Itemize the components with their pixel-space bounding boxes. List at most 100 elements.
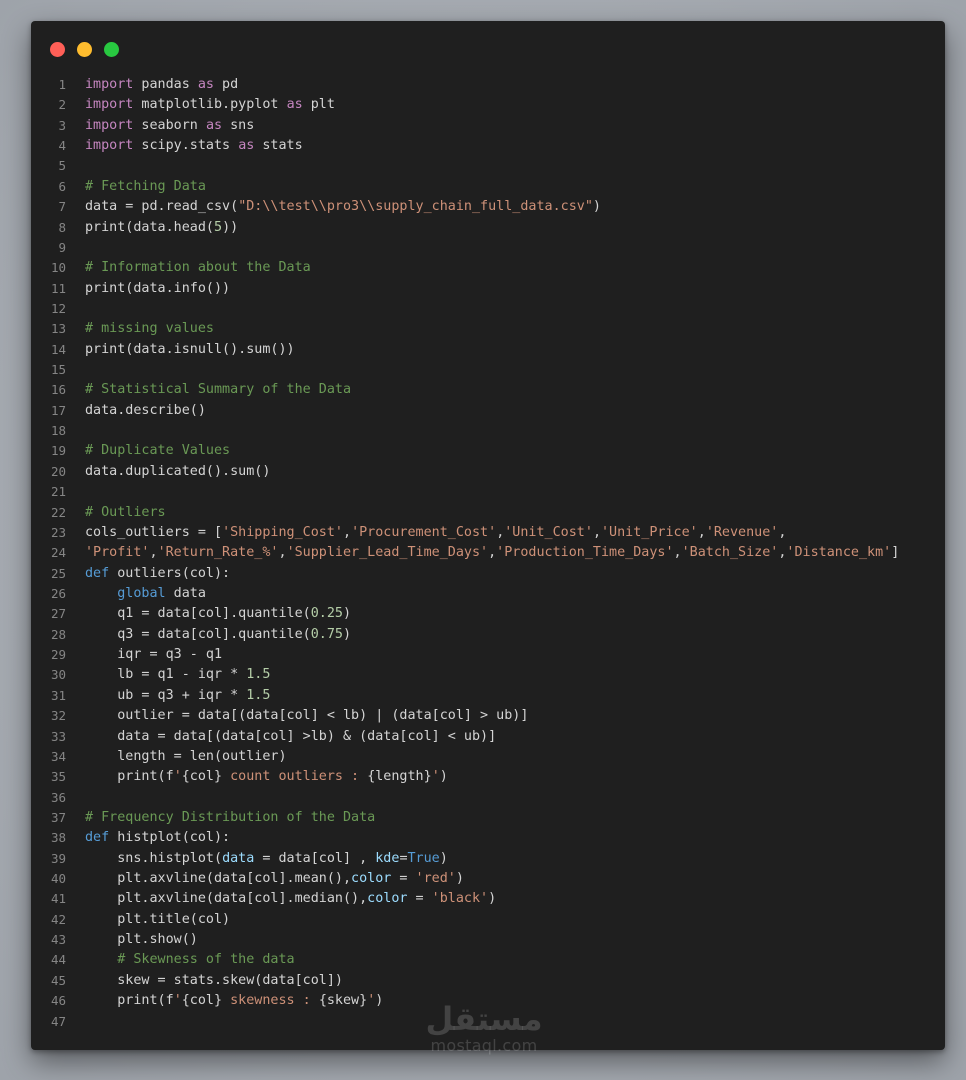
line-number: 6 bbox=[58, 178, 66, 194]
code-token: {length} bbox=[367, 769, 432, 785]
line-number: 28 bbox=[50, 626, 66, 642]
code-token: # missing values bbox=[85, 321, 214, 337]
line-number: 2 bbox=[58, 97, 66, 113]
code-token: , bbox=[149, 545, 158, 561]
code-token: data.duplicated().sum() bbox=[85, 463, 271, 479]
line-number: 15 bbox=[50, 362, 66, 378]
line-number: 35 bbox=[50, 769, 66, 785]
code-token: ' bbox=[173, 993, 182, 1009]
code-text: # Statistical Summary of the Data bbox=[85, 380, 351, 400]
code-token: {col} bbox=[181, 769, 223, 785]
code-token: skew = stats.skew(data[col]) bbox=[85, 972, 343, 988]
line-number: 17 bbox=[50, 402, 66, 418]
code-text: plt.axvline(data[col].mean(),color = 're… bbox=[85, 869, 464, 889]
code-token: data = data[(data[col] >lb) & (data[col]… bbox=[85, 728, 497, 744]
code-token: as bbox=[205, 117, 223, 133]
line-number: 12 bbox=[50, 300, 66, 316]
line-number: 3 bbox=[58, 117, 66, 133]
code-line: 40 plt.axvline(data[col].mean(),color = … bbox=[31, 869, 945, 889]
code-line: 32 outlier = data[(data[col] < lb) | (da… bbox=[31, 706, 945, 726]
watermark: مستقل mostaql.com bbox=[424, 1000, 544, 1054]
code-text: def histplot(col): bbox=[85, 828, 230, 848]
code-token: pd bbox=[214, 77, 239, 92]
code-token: = bbox=[407, 891, 432, 907]
line-number: 32 bbox=[50, 708, 66, 724]
code-token: histplot(col): bbox=[109, 830, 231, 846]
maximize-window-button[interactable] bbox=[104, 42, 119, 57]
code-text: def outliers(col): bbox=[85, 564, 230, 584]
code-line: 26 global data bbox=[31, 584, 945, 604]
code-line: 27 q1 = data[col].quantile(0.25) bbox=[31, 604, 945, 624]
code-text: plt.title(col) bbox=[85, 910, 230, 930]
code-line: 8 print(data.head(5)) bbox=[31, 218, 945, 238]
code-line: 37 # Frequency Distribution of the Data bbox=[31, 808, 945, 828]
code-token: ) bbox=[342, 606, 352, 622]
line-number: 30 bbox=[50, 667, 66, 683]
close-window-button[interactable] bbox=[50, 42, 65, 57]
code-token: matplotlib.pyplot bbox=[133, 97, 287, 113]
line-number: 31 bbox=[50, 687, 66, 703]
code-token: , bbox=[778, 524, 787, 540]
code-token: plt bbox=[302, 97, 335, 113]
code-token: plt.show() bbox=[85, 932, 198, 948]
code-editor: 1 import pandas as pd 2 import matplotlib.p… bbox=[31, 75, 945, 1032]
code-token: seaborn bbox=[133, 117, 206, 133]
code-token: skewness : bbox=[222, 993, 319, 1009]
line-number: 5 bbox=[58, 158, 66, 174]
code-line: 10 # Information about the Data bbox=[31, 258, 945, 278]
line-number: 34 bbox=[50, 748, 66, 764]
code-token: # Outliers bbox=[85, 504, 166, 520]
code-token: = bbox=[391, 871, 416, 887]
code-text: data.describe() bbox=[85, 401, 206, 421]
code-line: 28 q3 = data[col].quantile(0.75) bbox=[31, 625, 945, 645]
minimize-window-button[interactable] bbox=[77, 42, 92, 57]
code-text: iqr = q3 - q1 bbox=[85, 645, 222, 665]
code-token: # Statistical Summary of the Data bbox=[85, 382, 352, 398]
code-text: sns.histplot(data = data[col] , kde=True… bbox=[85, 849, 448, 869]
code-token: # Frequency Distribution of the Data bbox=[85, 809, 376, 825]
code-token: 'Procurement_Cost' bbox=[351, 524, 497, 540]
code-token: 0.75 bbox=[310, 626, 343, 642]
line-number: 39 bbox=[50, 850, 66, 866]
line-number: 21 bbox=[50, 484, 66, 500]
code-token: length = len(outlier) bbox=[85, 748, 287, 764]
code-token: 1.5 bbox=[246, 687, 271, 703]
code-token: def bbox=[85, 830, 110, 846]
code-text: data.duplicated().sum() bbox=[85, 462, 270, 482]
code-token: ' bbox=[173, 769, 182, 785]
code-token: # Skewness of the data bbox=[117, 952, 295, 968]
line-number: 33 bbox=[50, 728, 66, 744]
line-number: 40 bbox=[50, 871, 66, 887]
code-line: 39 sns.histplot(data = data[col] , kde=T… bbox=[31, 849, 945, 869]
code-token: as bbox=[238, 138, 255, 154]
code-token: , bbox=[697, 524, 706, 540]
code-token: ub = q3 + iqr * bbox=[85, 687, 247, 703]
code-token: "D:\\test\\pro3\\supply_chain_full_data.… bbox=[238, 199, 593, 215]
code-line: 17 data.describe() bbox=[31, 401, 945, 421]
code-line: 18 bbox=[31, 421, 945, 441]
code-text: data = data[(data[col] >lb) & (data[col]… bbox=[85, 727, 496, 747]
code-token: , bbox=[592, 524, 601, 540]
code-token: cols_outliers = [ bbox=[85, 524, 223, 540]
line-number: 46 bbox=[50, 993, 66, 1009]
line-number: 45 bbox=[50, 972, 66, 988]
line-number: 8 bbox=[58, 219, 66, 235]
line-number: 10 bbox=[50, 260, 66, 276]
code-token: def bbox=[85, 565, 110, 581]
code-line: 38 def histplot(col): bbox=[31, 828, 945, 848]
line-number: 41 bbox=[50, 891, 66, 907]
code-token: outliers(col): bbox=[109, 565, 231, 581]
code-text: # Duplicate Values bbox=[85, 441, 230, 461]
code-text: # Skewness of the data bbox=[85, 950, 295, 970]
code-text: print(data.info()) bbox=[85, 279, 230, 299]
code-token: kde bbox=[375, 850, 400, 866]
code-line: 22 # Outliers bbox=[31, 503, 945, 523]
code-line: 31 ub = q3 + iqr * 1.5 bbox=[31, 686, 945, 706]
code-line: 23 cols_outliers = ['Shipping_Cost','Proc… bbox=[31, 523, 945, 543]
code-line: 36 bbox=[31, 788, 945, 808]
line-number: 4 bbox=[58, 138, 66, 154]
code-token: 'Profit' bbox=[85, 545, 150, 561]
line-number: 13 bbox=[50, 321, 66, 337]
code-token: global bbox=[117, 585, 166, 601]
code-token: 'Revenue' bbox=[705, 524, 779, 540]
